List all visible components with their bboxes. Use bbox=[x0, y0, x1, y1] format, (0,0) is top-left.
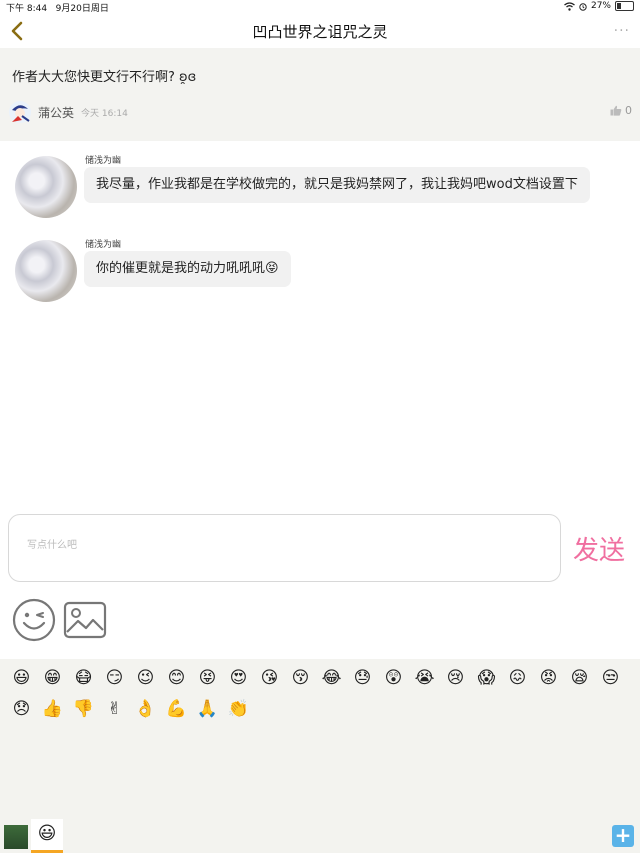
avatar[interactable] bbox=[15, 156, 77, 218]
reply-input-box bbox=[8, 514, 561, 582]
battery-icon bbox=[615, 1, 634, 11]
emoji-item[interactable]: 😖 bbox=[502, 667, 533, 698]
emoji-item[interactable]: 👎 bbox=[68, 698, 99, 729]
like-count: 0 bbox=[625, 104, 632, 117]
status-bar: 下午 8:44 9月20日周日 27% bbox=[0, 0, 640, 14]
emoji-grid: 😃 😁 😷 😏 😉 😊 😝 😍 😘 😚 😂 😓 😲 😭 😢 😱 😖 😡 😪 😒 😞 👍 👎 ✌ 👌 💪 🙏 👏 bbox=[6, 667, 636, 729]
like-button[interactable]: 0 bbox=[610, 104, 632, 117]
emoji-item[interactable]: 👏 bbox=[223, 698, 254, 729]
battery-percent: 27% bbox=[590, 1, 611, 11]
emoji-item[interactable]: 😡 bbox=[533, 667, 564, 698]
reply-input[interactable] bbox=[25, 539, 529, 552]
emoji-item[interactable]: 😘 bbox=[254, 667, 285, 698]
emoji-item[interactable]: 😍 bbox=[223, 667, 254, 698]
image-picker-icon[interactable] bbox=[63, 601, 107, 639]
alarm-icon bbox=[579, 2, 587, 11]
emoji-item[interactable]: 😓 bbox=[347, 667, 378, 698]
emoji-item[interactable]: 😚 bbox=[285, 667, 316, 698]
wifi-icon bbox=[564, 1, 575, 11]
avatar[interactable] bbox=[15, 240, 77, 302]
emoji-item[interactable]: 😪 bbox=[564, 667, 595, 698]
nav-bar: 凹凸世界之诅咒之灵 ··· bbox=[0, 14, 640, 48]
reply-author[interactable]: 储浅为幽 bbox=[85, 237, 121, 250]
emoji-tab-bar: 😃 + bbox=[0, 819, 640, 853]
status-time-date: 下午 8:44 9月20日周日 bbox=[6, 1, 109, 14]
more-icon[interactable]: ··· bbox=[614, 23, 630, 39]
emoji-item[interactable]: 👍 bbox=[37, 698, 68, 729]
emoji-item[interactable]: 😭 bbox=[409, 667, 440, 698]
page-title: 凹凸世界之诅咒之灵 bbox=[252, 23, 388, 41]
commenter-name[interactable]: 蒲公英 bbox=[38, 104, 74, 121]
emoji-item[interactable]: 😞 bbox=[6, 698, 37, 729]
emoji-tab-icon: 😃 bbox=[37, 823, 57, 844]
emoji-item[interactable]: ✌ bbox=[99, 698, 130, 729]
status-time: 下午 8:44 bbox=[6, 4, 48, 14]
emoji-tab[interactable]: 😃 bbox=[31, 819, 63, 853]
add-sticker-icon[interactable]: + bbox=[612, 825, 634, 847]
original-comment: 作者大大您快更文行不行啊? ʚ̯ɞ 蒲公英 今天 16:14 0 bbox=[0, 48, 640, 141]
emoji-item[interactable]: 😲 bbox=[378, 667, 409, 698]
emoji-item[interactable]: 😱 bbox=[471, 667, 502, 698]
status-date: 9月20日周日 bbox=[55, 4, 109, 14]
emoji-item[interactable]: 😉 bbox=[130, 667, 161, 698]
status-right: 27% bbox=[564, 1, 634, 11]
comment-time: 今天 16:14 bbox=[81, 109, 128, 119]
emoji-item[interactable]: 😏 bbox=[99, 667, 130, 698]
thumbs-up-icon bbox=[610, 105, 622, 116]
emoji-item[interactable]: 😃 bbox=[6, 667, 37, 698]
commenter-avatar[interactable] bbox=[8, 100, 32, 124]
emoji-item[interactable]: 😂 bbox=[316, 667, 347, 698]
reply-author[interactable]: 储浅为幽 bbox=[85, 153, 121, 166]
emoji-item[interactable]: 😁 bbox=[37, 667, 68, 698]
emoji-item[interactable]: 💪 bbox=[161, 698, 192, 729]
send-button[interactable]: 发送 bbox=[573, 530, 625, 567]
emoji-item[interactable]: 😷 bbox=[68, 667, 99, 698]
emoji-item[interactable]: 😢 bbox=[440, 667, 471, 698]
emoji-item[interactable]: 🙏 bbox=[192, 698, 223, 729]
emoji-item[interactable]: 😊 bbox=[161, 667, 192, 698]
comment-text: 作者大大您快更文行不行啊? ʚ̯ɞ bbox=[12, 70, 197, 85]
message-bubble: 我尽量，作业我都是在学校做完的，就只是我妈禁网了，我让我妈吧wod文档设置下 bbox=[84, 167, 590, 203]
emoji-item[interactable]: 😒 bbox=[595, 667, 626, 698]
emoji-item[interactable]: 👌 bbox=[130, 698, 161, 729]
emoji-item[interactable]: 😝 bbox=[192, 667, 223, 698]
emoji-toggle-icon[interactable] bbox=[12, 598, 56, 642]
message-bubble: 你的催更就是我的动力吼吼吼😝 bbox=[84, 251, 291, 287]
sticker-tab[interactable] bbox=[4, 825, 28, 849]
